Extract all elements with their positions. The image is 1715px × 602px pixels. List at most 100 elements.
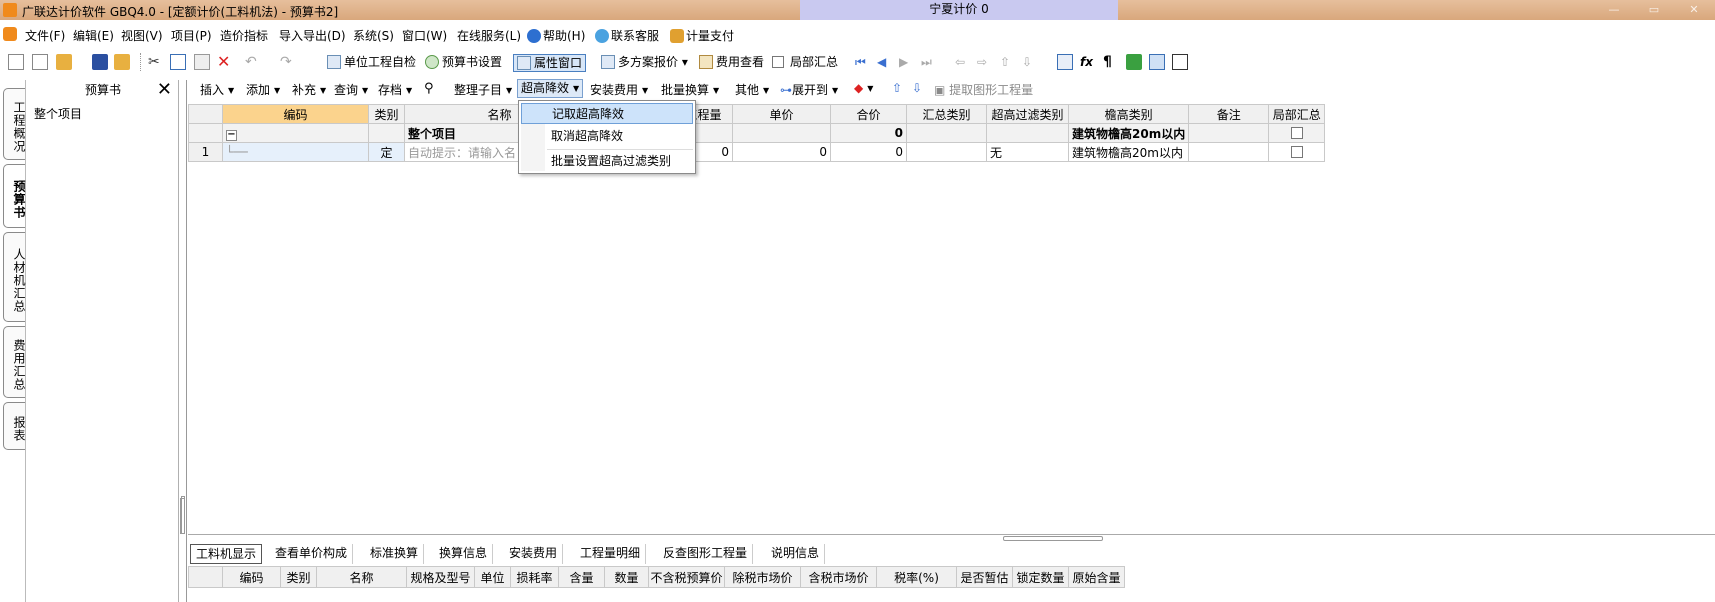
batch-convert-button[interactable]: 批量换算 ▼ bbox=[661, 81, 719, 98]
move-up-icon[interactable]: ⇧ bbox=[892, 81, 902, 95]
calculator-icon[interactable] bbox=[1057, 54, 1073, 70]
tab-standard-conversion[interactable]: 标准换算 bbox=[365, 544, 425, 564]
up-arrow-icon[interactable]: ⇧ bbox=[1000, 54, 1016, 70]
insert-button[interactable]: 插入 ▼ bbox=[200, 81, 234, 98]
sub-col-tax-rate[interactable]: 税率(%) bbox=[876, 566, 957, 588]
next-icon[interactable]: ▶ bbox=[899, 54, 915, 70]
open-folder-icon[interactable] bbox=[56, 54, 72, 70]
menu-contact-support[interactable]: 联系客服 bbox=[595, 27, 659, 44]
tab-fee-summary[interactable]: 费用汇总 bbox=[3, 326, 26, 398]
tab-labor-material-display[interactable]: 工料机显示 bbox=[190, 544, 263, 564]
property-window-button[interactable]: 属性窗口 bbox=[513, 54, 587, 72]
paragraph-icon[interactable]: ¶ bbox=[1103, 54, 1119, 70]
col-price-header[interactable]: 单价 bbox=[732, 104, 831, 124]
col-summary-type-header[interactable]: 汇总类别 bbox=[906, 104, 987, 124]
col-height-filter-header[interactable]: 超高过滤类别 bbox=[986, 104, 1069, 124]
cell-total[interactable]: 0 bbox=[830, 142, 907, 162]
sub-col-name[interactable]: 名称 bbox=[316, 566, 407, 588]
col-code-header[interactable]: 编码 bbox=[222, 104, 369, 124]
cell-height-filter[interactable]: 无 bbox=[986, 142, 1069, 162]
menu-system[interactable]: 系统(S) bbox=[353, 27, 394, 44]
image-icon[interactable] bbox=[1149, 54, 1165, 70]
menu-file[interactable]: 文件(F) bbox=[25, 27, 65, 44]
move-down-icon[interactable]: ⇩ bbox=[912, 81, 922, 95]
down-arrow-icon[interactable]: ⇩ bbox=[1022, 54, 1038, 70]
menu-window[interactable]: 窗口(W) bbox=[402, 27, 447, 44]
add-button[interactable]: 添加 ▼ bbox=[246, 81, 280, 98]
cell-price[interactable] bbox=[732, 123, 831, 143]
table-row[interactable]: 1 └── 定 自动提示：请输入名 0 0 0 无 建筑物檐高20m以内 bbox=[188, 142, 1326, 162]
new-file-icon[interactable] bbox=[8, 54, 24, 70]
unit-check-button[interactable]: 单位工程自检 bbox=[327, 54, 416, 72]
cell-total[interactable]: 0 bbox=[830, 123, 907, 143]
tree-node-whole-project[interactable]: 整个项目 bbox=[34, 105, 82, 122]
sub-col-loss-rate[interactable]: 损耗率 bbox=[510, 566, 559, 588]
sub-col-content[interactable]: 含量 bbox=[558, 566, 605, 588]
menu-help[interactable]: 帮助(H) bbox=[527, 27, 585, 44]
table-icon[interactable] bbox=[1172, 54, 1188, 70]
cell-summary-type[interactable] bbox=[906, 142, 987, 162]
super-high-button[interactable]: 超高降效 ▼ bbox=[517, 79, 584, 98]
cell-summary-type[interactable] bbox=[906, 123, 987, 143]
last-icon[interactable]: ⏭ bbox=[921, 54, 937, 70]
table-row-summary[interactable]: − 整个项目 0 建筑物檐高20m以内 bbox=[188, 123, 1326, 143]
partial-summary-checkbox[interactable] bbox=[1290, 146, 1303, 158]
cell-type[interactable]: 定 bbox=[368, 142, 405, 162]
menu-view[interactable]: 视图(V) bbox=[121, 27, 163, 44]
app-menu-icon[interactable] bbox=[3, 27, 17, 41]
cell-partial-summary[interactable] bbox=[1268, 142, 1326, 162]
menu-project[interactable]: 项目(P) bbox=[171, 27, 212, 44]
partial-summary-checkbox[interactable] bbox=[772, 56, 784, 68]
supplement-button[interactable]: 补充 ▼ bbox=[292, 81, 326, 98]
cut-icon[interactable]: ✂ bbox=[148, 54, 164, 70]
redo-icon[interactable]: ↷ bbox=[280, 54, 296, 70]
other-button[interactable]: 其他 ▼ bbox=[735, 81, 769, 98]
col-eave-type-header[interactable]: 檐高类别 bbox=[1067, 104, 1190, 124]
left-arrow-icon[interactable]: ⇦ bbox=[955, 54, 971, 70]
sub-col-budget-price-no-tax[interactable]: 不含税预算价 bbox=[648, 566, 725, 588]
tab-budget[interactable]: 预算书 bbox=[3, 164, 26, 228]
close-icon[interactable]: ✕ bbox=[157, 80, 172, 100]
query-button[interactable]: 查询 ▼ bbox=[334, 81, 368, 98]
open-icon[interactable] bbox=[114, 54, 130, 70]
extract-quantity-button[interactable]: ▣ 提取图形工程量 bbox=[934, 81, 1033, 98]
tab-report[interactable]: 报表 bbox=[3, 402, 26, 450]
budget-settings-button[interactable]: 预算书设置 bbox=[425, 54, 502, 72]
copy-icon[interactable] bbox=[170, 54, 186, 70]
install-fee-button[interactable]: 安装费用 ▼ bbox=[590, 81, 648, 98]
tab-labor-material-summary[interactable]: 人材机汇总 bbox=[3, 232, 26, 322]
close-window-button[interactable]: ✕ bbox=[1680, 3, 1708, 17]
tab-reverse-graphic-quantity[interactable]: 反查图形工程量 bbox=[658, 544, 754, 564]
cell-eave-type[interactable]: 建筑物檐高20m以内 bbox=[1067, 123, 1190, 143]
sub-col-lock-quantity[interactable]: 锁定数量 bbox=[1012, 566, 1069, 588]
sub-col-unit[interactable]: 单位 bbox=[474, 566, 511, 588]
partial-summary-toggle[interactable]: 局部汇总 bbox=[772, 54, 838, 72]
cell-height-filter[interactable] bbox=[986, 123, 1069, 143]
archive-button[interactable]: 存档 ▼ bbox=[378, 81, 412, 98]
horizontal-splitter[interactable] bbox=[188, 534, 1715, 542]
new-project-icon[interactable] bbox=[32, 54, 48, 70]
prev-icon[interactable]: ◀ bbox=[877, 54, 893, 70]
expand-to-button[interactable]: ⊶展开到 ▼ bbox=[780, 81, 838, 98]
minimize-button[interactable]: — bbox=[1600, 3, 1628, 17]
organize-button[interactable]: 整理子目 ▼ bbox=[454, 81, 512, 98]
first-icon[interactable]: ⏮ bbox=[855, 54, 871, 70]
tab-description[interactable]: 说明信息 bbox=[766, 544, 826, 564]
tab-unit-price-composition[interactable]: 查看单价构成 bbox=[270, 544, 354, 564]
right-arrow-icon[interactable]: ⇨ bbox=[977, 54, 993, 70]
tab-quantity-detail[interactable]: 工程量明细 bbox=[575, 544, 647, 564]
partial-summary-checkbox[interactable] bbox=[1290, 127, 1303, 139]
sub-col-amount[interactable]: 数量 bbox=[604, 566, 649, 588]
splitter-grip[interactable] bbox=[1003, 536, 1103, 541]
cell-price[interactable]: 0 bbox=[732, 142, 831, 162]
menu-import-export[interactable]: 导入导出(D) bbox=[279, 27, 346, 44]
col-type-header[interactable]: 类别 bbox=[368, 104, 405, 124]
tab-conversion-info[interactable]: 换算信息 bbox=[434, 544, 494, 564]
multi-quote-button[interactable]: 多方案报价 ▾ bbox=[601, 54, 688, 72]
menu-cost-index[interactable]: 造价指标 bbox=[220, 27, 268, 44]
col-partial-summary-header[interactable]: 局部汇总 bbox=[1268, 104, 1326, 124]
delete-icon[interactable]: ✕ bbox=[217, 54, 233, 70]
collapse-cell[interactable]: − bbox=[222, 123, 369, 143]
sub-col-spec[interactable]: 规格及型号 bbox=[406, 566, 475, 588]
sub-col-market-price-with-tax[interactable]: 含税市场价 bbox=[800, 566, 877, 588]
